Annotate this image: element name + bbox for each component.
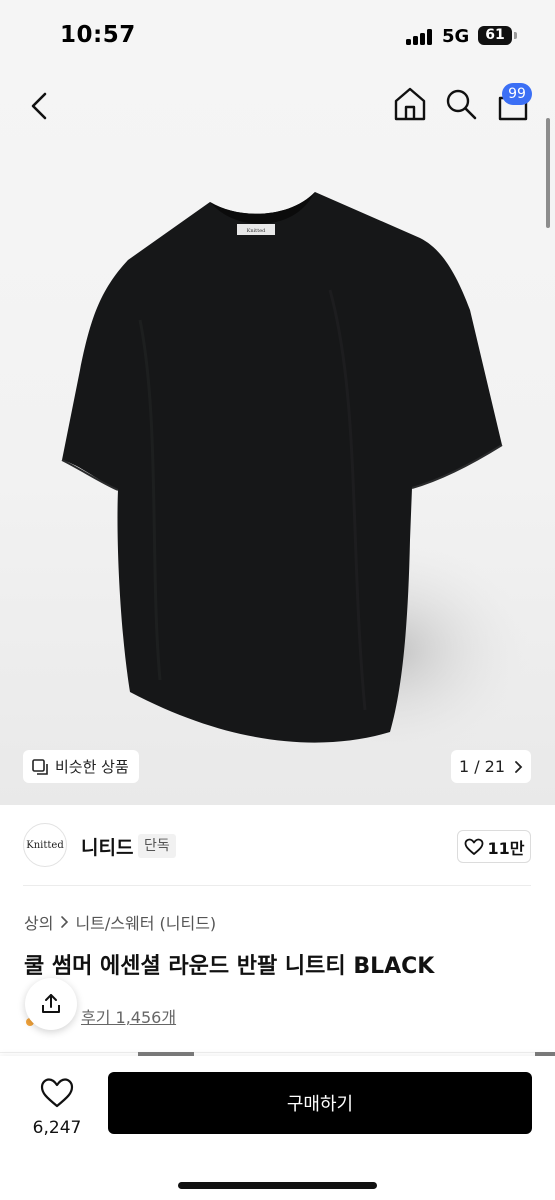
home-icon: [394, 87, 426, 121]
breadcrumb: 상의 니트/스웨터 (니티드): [24, 910, 216, 934]
wishlist-count: 6,247: [32, 1118, 82, 1138]
battery-level: 61: [485, 27, 505, 43]
shirt-label: Knitted: [247, 228, 267, 234]
breadcrumb-category[interactable]: 상의: [24, 910, 53, 934]
battery-tip: [514, 32, 517, 39]
chevron-left-icon: [31, 92, 47, 120]
breadcrumb-subcategory[interactable]: 니트/스웨터 (니티드): [75, 910, 216, 934]
divider: [23, 885, 531, 886]
cart-badge: 99: [502, 83, 532, 105]
status-bar: 10:57 5G 61: [0, 0, 555, 70]
share-button[interactable]: [25, 978, 77, 1030]
search-button[interactable]: [443, 86, 479, 122]
product-image: Knitted: [61, 192, 530, 760]
section-divider: [0, 1052, 555, 1053]
scrollbar[interactable]: [546, 118, 550, 228]
bottom-action-bar: 6,247 구매하기: [0, 1056, 555, 1200]
review-link[interactable]: 후기 1,456개: [81, 1004, 176, 1028]
buy-button[interactable]: 구매하기: [108, 1072, 532, 1134]
image-page-indicator[interactable]: 1 / 21: [451, 750, 531, 783]
search-icon: [446, 89, 477, 120]
back-button[interactable]: [25, 88, 57, 124]
wishlist-button[interactable]: 6,247: [22, 1076, 92, 1138]
brand-like-button[interactable]: 11만: [457, 830, 531, 863]
home-indicator: [178, 1182, 377, 1189]
home-button[interactable]: [391, 84, 429, 124]
similar-products-button[interactable]: 비슷한 상품: [23, 750, 139, 783]
share-icon: [42, 994, 60, 1013]
page-indicator-text: 1 / 21: [458, 757, 506, 776]
signal-icon: [406, 29, 434, 45]
exclusive-badge: 단독: [138, 834, 176, 858]
chevron-right-icon: [61, 916, 69, 928]
product-gallery[interactable]: Knitted 99 비슷한 상품 1 / 21: [0, 70, 555, 805]
network-label: 5G: [442, 26, 470, 47]
brand-logo[interactable]: Knitted: [23, 823, 67, 867]
similar-products-label: 비슷한 상품: [55, 758, 129, 776]
heart-icon: [464, 838, 483, 855]
brand-name[interactable]: 니티드: [81, 833, 133, 860]
brand-like-count: 11만: [487, 838, 525, 858]
chevron-right-icon: [515, 760, 523, 773]
copy-icon: [32, 758, 48, 775]
product-title: 쿨 썸머 에센셜 라운드 반팔 니트티 BLACK: [24, 954, 435, 979]
brand-row[interactable]: Knitted 니티드 단독 11만: [0, 805, 555, 887]
battery-icon: 61: [478, 26, 512, 45]
status-time: 10:57: [60, 22, 136, 48]
heart-icon: [40, 1078, 74, 1108]
